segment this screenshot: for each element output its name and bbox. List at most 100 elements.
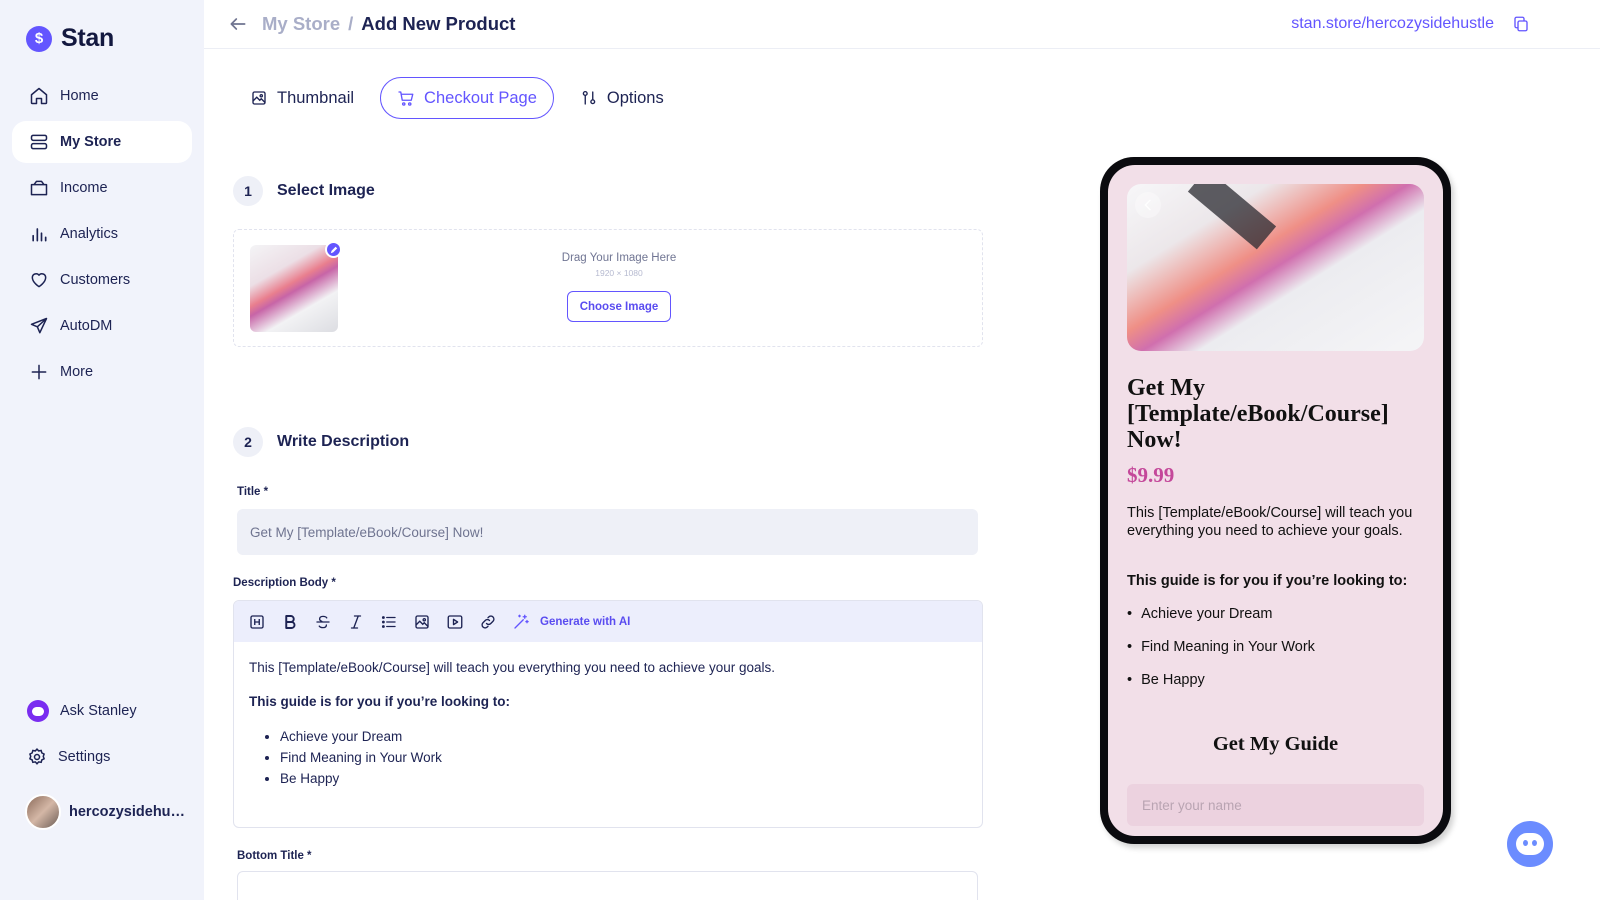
generate-ai-button[interactable] (510, 611, 532, 633)
tab-options[interactable]: Options (570, 77, 674, 119)
italic-button[interactable] (345, 611, 367, 633)
sidebar-item-label: AutoDM (60, 318, 113, 334)
bottom-title-input[interactable] (237, 871, 978, 900)
title-label: Title * (237, 486, 269, 498)
settings-button[interactable]: Settings (12, 736, 192, 778)
image-dropzone[interactable]: Drag Your Image Here 1920 × 1080 Choose … (233, 229, 983, 347)
insert-image-button[interactable] (411, 611, 433, 633)
sidebar-item-my-store[interactable]: My Store (12, 121, 192, 163)
insert-link-button[interactable] (477, 611, 499, 633)
preview-list: Achieve your Dream Find Meaning in Your … (1127, 606, 1315, 705)
page-title: Add New Product (361, 13, 516, 34)
sidebar-item-customers[interactable]: Customers (12, 259, 192, 301)
choose-image-button[interactable]: Choose Image (567, 291, 671, 322)
tab-label: Thumbnail (277, 88, 355, 107)
copy-icon[interactable] (1512, 15, 1530, 33)
image-icon (252, 91, 266, 105)
list-item: Achieve your Dream (1127, 606, 1315, 639)
bullet-list-button[interactable] (378, 611, 400, 633)
sidebar-bottom: Ask Stanley Settings (12, 690, 192, 782)
list-item: Be Happy (1127, 672, 1315, 705)
stan-logo-icon: $ (26, 25, 52, 52)
sidebar-item-more[interactable]: More (12, 351, 192, 393)
generate-ai-label[interactable]: Generate with AI (540, 616, 630, 628)
store-url-link[interactable]: stan.store/hercozysidehustle (1291, 15, 1494, 33)
preview-hero-image (1127, 184, 1424, 351)
list-icon (381, 615, 396, 628)
avatar (25, 794, 61, 830)
sidebar-item-autodm[interactable]: AutoDM (12, 305, 192, 347)
image-icon (415, 614, 429, 629)
bold-button[interactable] (279, 611, 301, 633)
magic-wand-icon (514, 614, 529, 629)
preview-price: $9.99 (1127, 463, 1175, 487)
bottom-title-label: Bottom Title * (237, 850, 312, 862)
chevron-left-icon (1144, 199, 1151, 211)
cart-icon (398, 91, 414, 106)
user-profile[interactable]: hercozysidehustle (25, 794, 190, 830)
insert-video-button[interactable] (444, 611, 466, 633)
breadcrumb: My Store / Add New Product (262, 13, 515, 35)
stanley-icon (27, 700, 49, 722)
link-icon (481, 614, 495, 629)
video-icon (447, 614, 463, 629)
sidebar-item-label: Income (60, 180, 108, 196)
preview-name-input[interactable]: Enter your name (1127, 784, 1424, 826)
sidebar: $ Stan Home My Store Income Analytics Cu… (0, 0, 204, 900)
robot-icon (1516, 833, 1544, 855)
step-write-description: 2 Write Description (233, 427, 409, 457)
preview-subheading: This guide is for you if you’re looking … (1127, 573, 1408, 589)
step-number: 1 (233, 176, 263, 206)
tab-label: Options (606, 88, 664, 107)
options-icon (582, 90, 596, 105)
tab-label: Checkout Page (424, 88, 537, 107)
step-title: Write Description (277, 433, 410, 450)
strikethrough-icon (316, 615, 330, 628)
gear-icon (28, 747, 46, 765)
brand-name: Stan (61, 24, 114, 52)
step-number: 2 (233, 427, 263, 457)
sidebar-item-label: Analytics (60, 226, 119, 242)
user-name: hercozysidehustle (69, 804, 190, 820)
brand[interactable]: $ Stan (26, 24, 114, 53)
product-tabs: Thumbnail Checkout Page Options (240, 77, 674, 119)
phone-preview: Get My [Template/eBook/Course] Now! $9.9… (1100, 157, 1451, 844)
sidebar-item-analytics[interactable]: Analytics (12, 213, 192, 255)
sidebar-item-home[interactable]: Home (12, 75, 192, 117)
sidebar-item-label: More (60, 364, 94, 380)
step-title: Select Image (277, 182, 375, 199)
ask-stanley-button[interactable]: Ask Stanley (12, 690, 192, 732)
list-item: Find Meaning in Your Work (280, 747, 967, 768)
editor-toolbar: Generate with AI (234, 601, 982, 642)
description-paragraph: This [Template/eBook/Course] will teach … (249, 660, 776, 675)
carousel-prev-button[interactable] (1135, 192, 1161, 218)
image-dimensions: 1920 × 1080 (595, 268, 643, 278)
help-chat-button[interactable] (1507, 821, 1553, 867)
settings-label: Settings (58, 749, 111, 765)
editor-content[interactable]: This [Template/eBook/Course] will teach … (234, 642, 982, 807)
sidebar-nav: Home My Store Income Analytics Customers… (12, 75, 192, 397)
store-icon (30, 134, 48, 150)
ask-stanley-label: Ask Stanley (60, 703, 137, 719)
tab-checkout-page[interactable]: Checkout Page (380, 77, 554, 119)
preview-screen: Get My [Template/eBook/Course] Now! $9.9… (1108, 165, 1443, 836)
step-select-image: 1 Select Image (233, 176, 375, 206)
strikethrough-button[interactable] (312, 611, 334, 633)
sidebar-item-label: Customers (60, 272, 131, 288)
italic-icon (350, 614, 362, 629)
heading-button[interactable] (246, 611, 268, 633)
heading-icon (250, 614, 264, 629)
breadcrumb-separator: / (348, 13, 354, 34)
send-icon (30, 317, 48, 334)
sidebar-item-label: Home (60, 88, 99, 104)
description-label: Description Body * (233, 577, 336, 589)
breadcrumb-my-store[interactable]: My Store (262, 13, 340, 35)
sidebar-item-label: My Store (60, 134, 122, 150)
plus-icon (31, 364, 47, 380)
tab-thumbnail[interactable]: Thumbnail (240, 77, 364, 119)
description-list: Achieve your Dream Find Meaning in Your … (249, 726, 967, 789)
sidebar-item-income[interactable]: Income (12, 167, 192, 209)
title-input[interactable]: Get My [Template/eBook/Course] Now! (237, 509, 978, 555)
heart-icon (31, 273, 47, 288)
back-arrow-icon[interactable] (228, 14, 248, 34)
